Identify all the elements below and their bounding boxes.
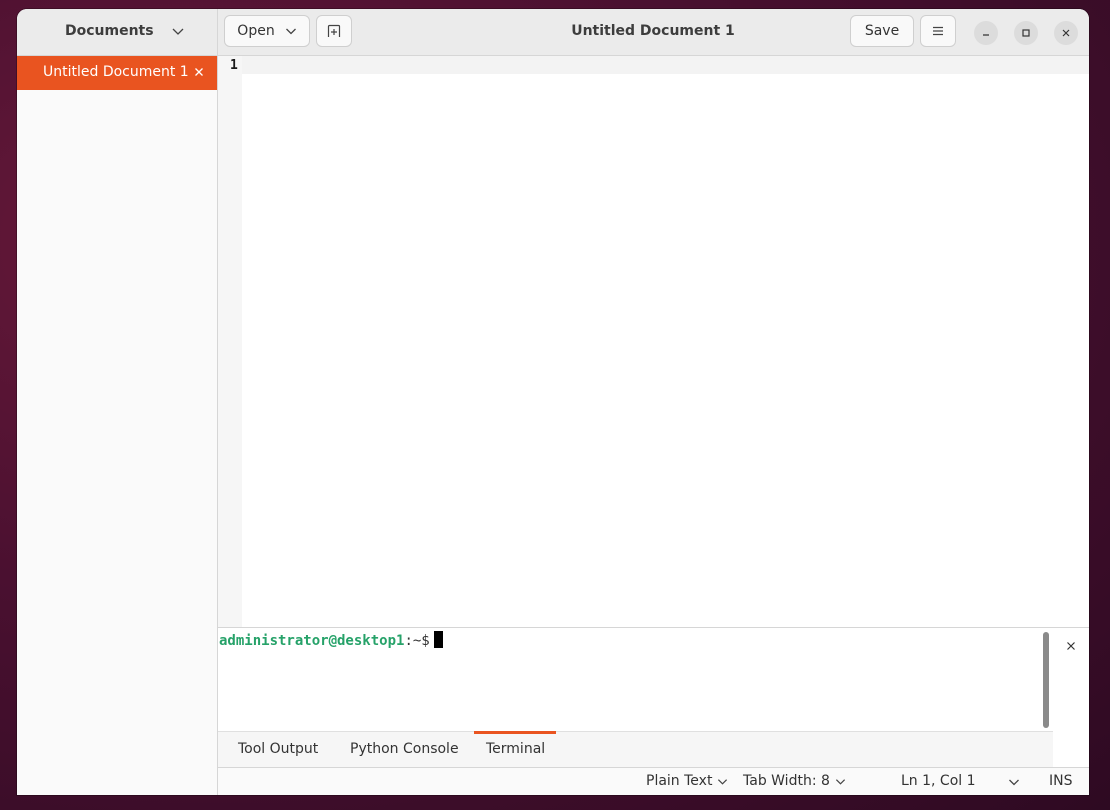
line-number: 1 [230, 58, 238, 73]
tab-width-label: Tab Width: 8 [743, 773, 830, 789]
open-button[interactable]: Open [224, 15, 310, 47]
current-line-highlight [242, 56, 1089, 74]
main-menu-button[interactable] [920, 15, 956, 47]
chevron-down-icon [835, 778, 845, 785]
minimize-button[interactable] [974, 21, 998, 45]
text-editor[interactable]: 1 [218, 56, 1089, 627]
language-selector[interactable]: Plain Text [646, 773, 728, 789]
terminal-scrollbar[interactable] [1043, 632, 1049, 728]
close-icon[interactable] [193, 66, 205, 78]
terminal-prompt: administrator@desktop1:~$ [219, 631, 443, 649]
hamburger-menu-icon [933, 26, 943, 36]
status-bar: Plain Text Tab Width: 8 Ln 1, Col 1 INS [218, 767, 1089, 795]
window-title: Untitled Document 1 [571, 23, 735, 39]
documents-header[interactable]: Documents [17, 9, 218, 55]
prompt-user-host: administrator@desktop1 [219, 633, 405, 649]
terminal-view[interactable]: administrator@desktop1:~$ [218, 628, 1053, 731]
chevron-down-icon [285, 28, 296, 35]
gedit-window: Documents Open Untitled Document 1 Save [17, 9, 1089, 795]
document-label: Untitled Document 1 [43, 64, 189, 80]
bottom-panel: administrator@desktop1:~$ Tool Output Py… [218, 627, 1089, 769]
chevron-down-icon [718, 778, 728, 785]
close-icon[interactable] [1065, 640, 1077, 652]
language-label: Plain Text [646, 773, 713, 789]
save-button[interactable]: Save [850, 15, 914, 47]
insert-mode-label: INS [1049, 773, 1073, 789]
prompt-path: :~$ [404, 633, 430, 649]
tab-python-console[interactable]: Python Console [350, 741, 459, 757]
terminal-cursor [433, 631, 443, 648]
line-number-gutter: 1 [218, 56, 242, 627]
new-tab-button[interactable] [316, 15, 352, 47]
tab-width-selector[interactable]: Tab Width: 8 [743, 773, 846, 789]
maximize-button[interactable] [1014, 21, 1038, 45]
cursor-position-selector[interactable]: Ln 1, Col 1 [901, 773, 976, 789]
panel-tabs: Tool Output Python Console Terminal [218, 731, 1053, 769]
open-button-label: Open [237, 23, 275, 39]
save-button-label: Save [864, 23, 900, 39]
chevron-down-icon[interactable] [1008, 776, 1020, 788]
cursor-position-label: Ln 1, Col 1 [901, 773, 976, 789]
close-window-button[interactable] [1054, 21, 1078, 45]
maximize-icon [1022, 29, 1030, 37]
new-tab-icon [327, 24, 341, 37]
minimize-icon [983, 34, 989, 36]
close-icon [1062, 29, 1070, 37]
header-bar: Documents Open Untitled Document 1 Save [17, 9, 1089, 56]
documents-title: Documents [65, 23, 154, 39]
tab-terminal[interactable]: Terminal [486, 741, 545, 757]
chevron-down-icon[interactable] [171, 24, 185, 38]
documents-sidebar: Untitled Document 1 [17, 56, 218, 795]
tab-tool-output[interactable]: Tool Output [238, 741, 318, 757]
document-list-item[interactable]: Untitled Document 1 [17, 56, 217, 90]
insert-mode-indicator: INS [1049, 773, 1073, 789]
active-tab-indicator [474, 731, 556, 734]
